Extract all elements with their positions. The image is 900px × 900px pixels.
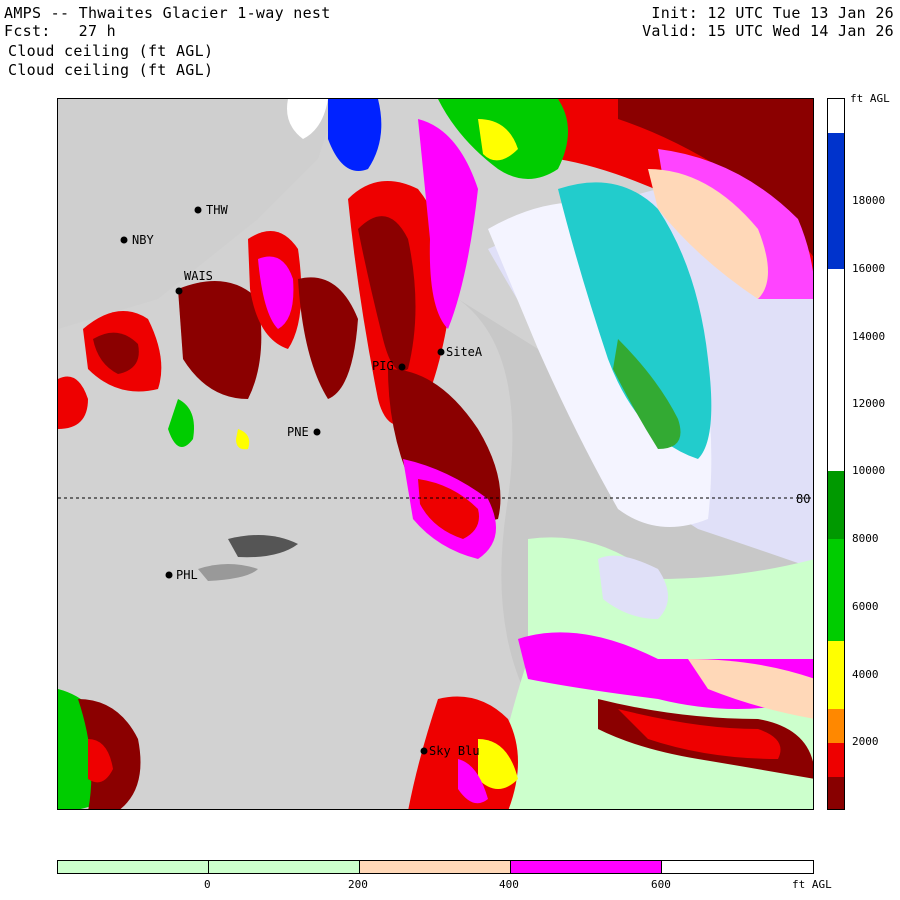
station-label: NBY xyxy=(132,233,154,247)
station-label: THW xyxy=(206,203,228,217)
colorbar-segment xyxy=(208,861,361,873)
station-marker xyxy=(398,363,406,371)
colorbar-segment xyxy=(828,539,844,641)
station-label: PNE xyxy=(287,425,309,439)
colorbar-vertical xyxy=(827,98,845,810)
colorbar-segment xyxy=(828,133,844,269)
station-marker xyxy=(175,287,183,295)
colorbar-segment xyxy=(510,861,663,873)
colorbar-segment xyxy=(828,269,844,471)
colorbar-segment xyxy=(828,641,844,709)
colorbar-tick: 4000 xyxy=(852,668,879,681)
colorbar-segment xyxy=(828,99,844,133)
map-title: AMPS -- Thwaites Glacier 1-way nest xyxy=(4,4,331,22)
station-label: PIG xyxy=(372,359,394,373)
station-label: WAIS xyxy=(184,269,213,283)
init-time: Init: 12 UTC Tue 13 Jan 26 xyxy=(651,4,894,22)
colorbar-segment xyxy=(828,743,844,777)
colorbar-tick: 200 xyxy=(348,878,368,891)
station-marker xyxy=(437,348,445,356)
colorbar-tick: 14000 xyxy=(852,330,886,343)
field-name-2: Cloud ceiling (ft AGL) xyxy=(8,61,214,79)
field-name-1: Cloud ceiling (ft AGL) xyxy=(8,42,214,60)
forecast-map: 80 N THW NBY WAIS PIG SiteA PNE PHL Sky … xyxy=(57,98,814,810)
colorbar-tick: 8000 xyxy=(852,532,879,545)
station-marker xyxy=(165,571,173,579)
station-label: Sky Blu xyxy=(429,744,480,758)
colorbar-tick: 18000 xyxy=(852,194,886,207)
station-marker xyxy=(420,747,428,755)
colorbar-segment xyxy=(828,777,844,809)
colorbar-tick: 12000 xyxy=(852,397,886,410)
colorbar-unit: ft AGL xyxy=(850,92,890,105)
colorbar-segment xyxy=(828,471,844,539)
colorbar-unit: ft AGL xyxy=(792,878,832,891)
station-marker xyxy=(120,236,128,244)
colorbar-tick: 600 xyxy=(651,878,671,891)
colorbar-horizontal xyxy=(57,860,814,874)
station-label: PHL xyxy=(176,568,198,582)
station-marker xyxy=(313,428,321,436)
latitude-label: 80 N xyxy=(796,492,814,506)
station-marker xyxy=(194,206,202,214)
station-label: SiteA xyxy=(446,345,483,359)
colorbar-tick: 6000 xyxy=(852,600,879,613)
colorbar-tick: 2000 xyxy=(852,735,879,748)
colorbar-tick: 16000 xyxy=(852,262,886,275)
forecast-hour: Fcst: 27 h xyxy=(4,22,116,40)
colorbar-segment xyxy=(828,709,844,743)
colorbar-tick: 10000 xyxy=(852,464,886,477)
colorbar-segment xyxy=(58,861,209,873)
station-sky-blu[interactable]: Sky Blu xyxy=(420,744,480,758)
colorbar-tick: 400 xyxy=(499,878,519,891)
valid-time: Valid: 15 UTC Wed 14 Jan 26 xyxy=(642,22,894,40)
map-canvas: 80 N THW NBY WAIS PIG SiteA PNE PHL Sky … xyxy=(58,99,814,809)
colorbar-tick: 0 xyxy=(204,878,211,891)
colorbar-segment xyxy=(360,861,511,873)
colorbar-segment xyxy=(662,861,813,873)
